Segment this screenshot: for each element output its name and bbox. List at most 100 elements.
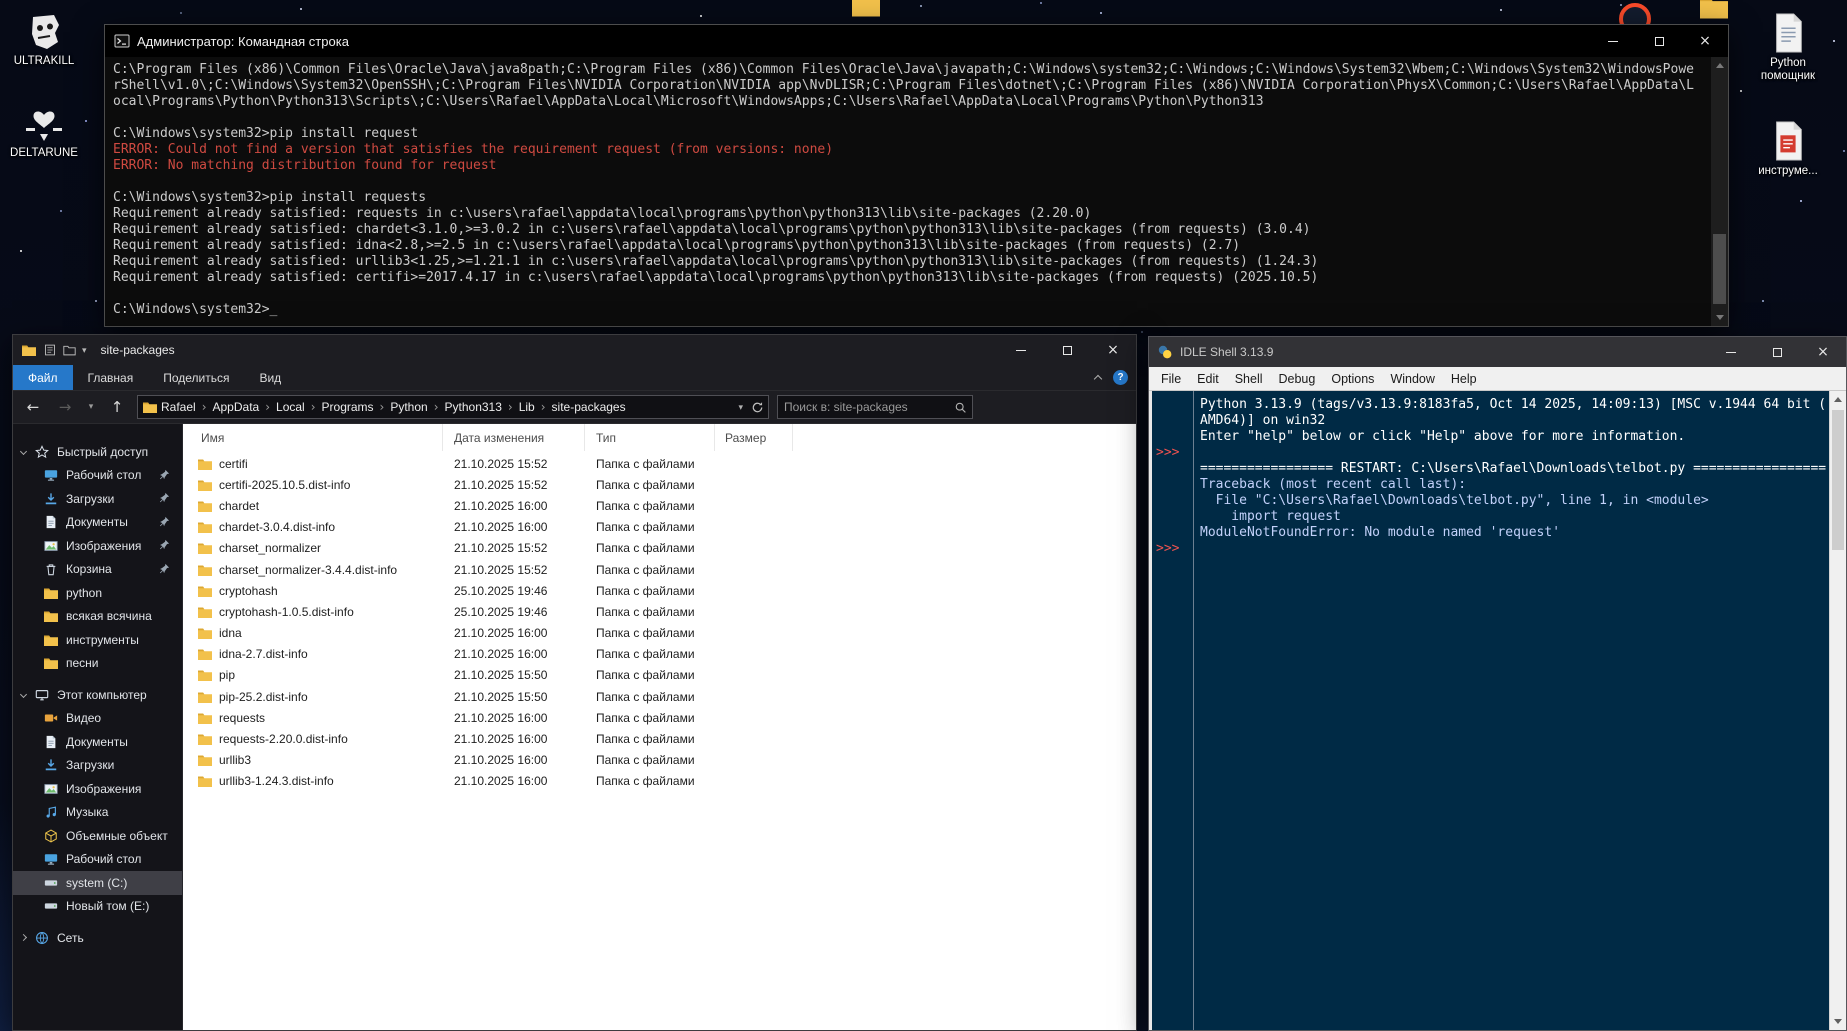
scroll-down-icon[interactable] — [1830, 1013, 1846, 1030]
menu-edit[interactable]: Edit — [1189, 372, 1227, 386]
file-row[interactable]: requests-2.20.0.dist-info21.10.2025 16:0… — [183, 728, 1136, 749]
sidebar-item[interactable]: Музыка — [13, 801, 182, 825]
desktop-icon-partial-2[interactable] — [1706, 2, 1722, 21]
chevron-icon[interactable] — [20, 448, 27, 455]
help-icon[interactable]: ? — [1113, 370, 1128, 385]
chevron-icon[interactable] — [20, 691, 27, 698]
desktop-icon-deltarune[interactable]: DELTARUNE — [0, 100, 88, 160]
tab-вид[interactable]: Вид — [244, 365, 296, 390]
sidebar-item[interactable]: Корзина — [13, 558, 182, 582]
menu-file[interactable]: File — [1153, 372, 1189, 386]
file-row[interactable]: chardet-3.0.4.dist-info21.10.2025 16:00П… — [183, 517, 1136, 538]
explorer-close-button[interactable]: × — [1090, 335, 1136, 365]
sidebar-item[interactable]: инструменты — [13, 628, 182, 652]
file-row[interactable]: pip21.10.2025 15:50Папка с файлами — [183, 665, 1136, 686]
idle-maximize-button[interactable] — [1754, 337, 1800, 367]
desktop-icon-python-helper[interactable]: Python помощник — [1744, 10, 1832, 83]
cmd-minimize-button[interactable] — [1590, 25, 1636, 57]
file-row[interactable]: charset_normalizer-3.4.4.dist-info21.10.… — [183, 559, 1136, 580]
cmd-maximize-button[interactable] — [1636, 25, 1682, 57]
idle-shell-text[interactable]: Python 3.13.9 (tags/v3.13.9:8183fa5, Oct… — [1149, 391, 1846, 1030]
sidebar-item[interactable]: Документы — [13, 511, 182, 535]
file-row[interactable]: pip-25.2.dist-info21.10.2025 15:50Папка … — [183, 686, 1136, 707]
sidebar-item[interactable]: Изображения — [13, 777, 182, 801]
sidebar-item[interactable]: песни — [13, 652, 182, 676]
idle-titlebar[interactable]: IDLE Shell 3.13.9 × — [1149, 337, 1846, 367]
sidebar-item[interactable]: system (C:) — [13, 871, 182, 895]
breadcrumb-item[interactable]: site-packages — [549, 400, 629, 414]
file-row[interactable]: certifi21.10.2025 15:52Папка с файлами — [183, 453, 1136, 474]
file-row[interactable]: cryptohash-1.0.5.dist-info25.10.2025 19:… — [183, 601, 1136, 622]
explorer-titlebar[interactable]: ▾ site-packages × — [13, 335, 1136, 365]
back-button[interactable]: ← — [21, 395, 45, 419]
explorer-minimize-button[interactable] — [998, 335, 1044, 365]
sidebar-item[interactable]: Рабочий стол — [13, 464, 182, 488]
idle-scroll-thumb[interactable] — [1832, 410, 1844, 550]
menu-shell[interactable]: Shell — [1227, 372, 1271, 386]
sidebar-item[interactable]: всякая всячина — [13, 605, 182, 629]
cmd-scroll-thumb[interactable] — [1713, 234, 1726, 304]
column-header-0[interactable]: Имя — [183, 424, 443, 451]
sidebar-section-1[interactable]: Этот компьютер — [13, 683, 182, 707]
cmd-scrollbar[interactable] — [1711, 57, 1728, 326]
address-dropdown-icon[interactable]: ▾ — [738, 402, 743, 413]
menu-options[interactable]: Options — [1323, 372, 1382, 386]
file-row[interactable]: urllib321.10.2025 16:00Папка с файлами — [183, 750, 1136, 771]
breadcrumb-item[interactable]: Local — [273, 400, 308, 414]
sidebar-section-0[interactable]: Быстрый доступ — [13, 440, 182, 464]
collapse-ribbon-icon[interactable] — [1094, 375, 1102, 383]
idle-close-button[interactable]: × — [1800, 337, 1846, 367]
breadcrumb-item[interactable]: Lib — [516, 400, 538, 414]
file-row[interactable]: requests21.10.2025 16:00Папка с файлами — [183, 707, 1136, 728]
column-header-2[interactable]: Тип — [585, 424, 715, 451]
search-input[interactable]: Поиск в: site-packages — [777, 395, 973, 419]
breadcrumb-item[interactable]: Rafael — [158, 400, 199, 414]
file-row[interactable]: certifi-2025.10.5.dist-info21.10.2025 15… — [183, 474, 1136, 495]
breadcrumb-item[interactable]: Python313 — [442, 400, 505, 414]
forward-button[interactable]: → — [53, 395, 77, 419]
up-button[interactable]: ↑ — [105, 395, 129, 419]
breadcrumb[interactable]: Rafael›AppData›Local›Programs›Python›Pyt… — [137, 395, 769, 419]
sidebar-item[interactable]: Загрузки — [13, 754, 182, 778]
qat-dropdown-icon[interactable]: ▾ — [82, 345, 87, 356]
sidebar-item[interactable]: Новый том (E:) — [13, 895, 182, 919]
explorer-maximize-button[interactable] — [1044, 335, 1090, 365]
breadcrumb-item[interactable]: Python — [387, 400, 430, 414]
menu-debug[interactable]: Debug — [1271, 372, 1324, 386]
file-row[interactable]: idna-2.7.dist-info21.10.2025 16:00Папка … — [183, 644, 1136, 665]
idle-minimize-button[interactable] — [1708, 337, 1754, 367]
sidebar-item[interactable]: Загрузки — [13, 487, 182, 511]
desktop-icon-tools[interactable]: инструме... — [1744, 118, 1832, 178]
menu-window[interactable]: Window — [1382, 372, 1442, 386]
sidebar-item[interactable]: Рабочий стол — [13, 848, 182, 872]
tab-файл[interactable]: Файл — [13, 365, 73, 390]
idle-scrollbar[interactable] — [1829, 391, 1846, 1030]
breadcrumb-item[interactable]: Programs — [319, 400, 377, 414]
cmd-titlebar[interactable]: Администратор: Командная строка × — [105, 25, 1728, 57]
file-row[interactable]: cryptohash25.10.2025 19:46Папка с файлам… — [183, 580, 1136, 601]
tab-поделиться[interactable]: Поделиться — [148, 365, 244, 390]
scroll-up-icon[interactable] — [1711, 57, 1728, 74]
sidebar-item[interactable]: Изображения — [13, 534, 182, 558]
cmd-close-button[interactable]: × — [1682, 25, 1728, 57]
desktop-icon-ultrakill[interactable]: ULTRAKILL — [0, 8, 88, 68]
desktop-icon-partial-0[interactable] — [858, 0, 874, 19]
search-icon[interactable] — [954, 401, 967, 414]
sidebar-section-2[interactable]: Сеть — [13, 926, 182, 950]
tab-главная[interactable]: Главная — [73, 365, 149, 390]
file-row[interactable]: chardet21.10.2025 16:00Папка с файлами — [183, 495, 1136, 516]
column-header-1[interactable]: Дата изменения — [443, 424, 585, 451]
file-row[interactable]: idna21.10.2025 16:00Папка с файлами — [183, 623, 1136, 644]
sidebar-item[interactable]: Документы — [13, 730, 182, 754]
cmd-content[interactable]: C:\Program Files (x86)\Common Files\Orac… — [105, 57, 1711, 326]
menu-help[interactable]: Help — [1443, 372, 1485, 386]
chevron-icon[interactable] — [20, 934, 27, 941]
column-header-3[interactable]: Размер — [715, 424, 793, 451]
refresh-icon[interactable] — [751, 401, 764, 414]
sidebar-item[interactable]: python — [13, 581, 182, 605]
file-row[interactable]: urllib3-1.24.3.dist-info21.10.2025 16:00… — [183, 771, 1136, 792]
sidebar-item[interactable]: Видео — [13, 707, 182, 731]
scroll-up-icon[interactable] — [1830, 391, 1846, 408]
file-row[interactable]: charset_normalizer21.10.2025 15:52Папка … — [183, 538, 1136, 559]
sidebar-item[interactable]: Объемные объект — [13, 824, 182, 848]
